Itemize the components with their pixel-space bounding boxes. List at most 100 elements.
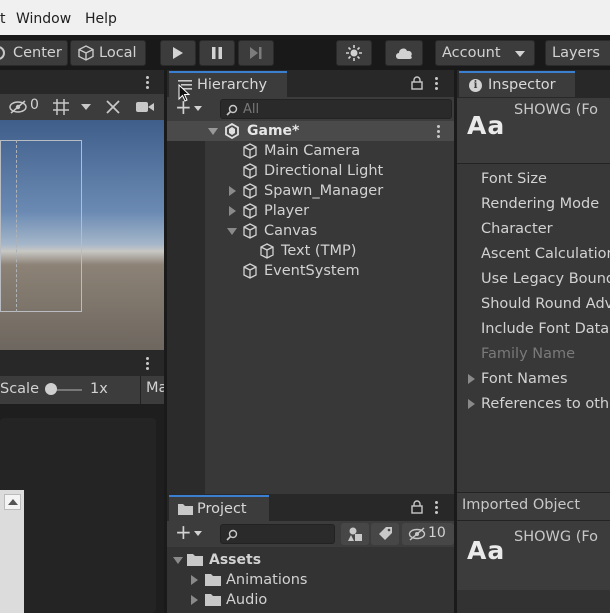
hierarchy-item-directional-light[interactable]: Directional Light (167, 161, 454, 181)
guide-line (16, 140, 17, 312)
expand-arrow-icon[interactable] (191, 575, 198, 585)
add-icon[interactable]: + (175, 520, 192, 544)
camera-icon[interactable] (135, 100, 155, 114)
hierarchy-toolbar: + All (167, 95, 454, 121)
prop-references[interactable]: References to othe (481, 396, 610, 412)
tab-inspector[interactable]: i Inspector (459, 71, 575, 97)
side-scrollbar[interactable] (0, 490, 24, 613)
filter-type-button[interactable] (341, 523, 369, 545)
gizmo-count: 0 (30, 97, 39, 113)
folder-animations[interactable]: Animations (167, 570, 454, 590)
expand-arrow-icon[interactable] (191, 595, 198, 605)
gameobject-cube-icon (243, 203, 257, 219)
hierarchy-item-player[interactable]: Player (167, 201, 454, 221)
chevron-up-icon (8, 499, 18, 505)
search-placeholder: All (243, 101, 260, 117)
imported-object-preview: Aa SHOWG (Fo (457, 520, 610, 590)
hierarchy-menu-icon[interactable] (435, 77, 439, 92)
collapse-arrow-icon[interactable] (173, 557, 183, 564)
folder-label: Audio (226, 592, 268, 608)
tools-icon[interactable] (104, 98, 122, 116)
scene-tab-strip (0, 70, 166, 94)
expand-arrow-icon[interactable] (468, 374, 475, 384)
cloud-icon (396, 48, 412, 59)
layers-dropdown[interactable]: Layers (545, 40, 610, 66)
imported-object-label: Imported Object (462, 497, 581, 513)
game-toolbar: Scale 1x Ma (0, 376, 167, 404)
main-toolbar: Center Local Account Layers (0, 35, 610, 70)
lock-icon[interactable] (411, 76, 423, 90)
prop-rendering-mode: Rendering Mode (481, 196, 600, 212)
pivot-local-button[interactable]: Local (70, 40, 146, 66)
hierarchy-search-input[interactable]: All (220, 99, 452, 119)
pivot-center-button[interactable]: Center (0, 40, 68, 66)
gameobject-cube-icon (260, 243, 274, 259)
scene-header-row[interactable]: Game* (167, 121, 454, 141)
scroll-up-button[interactable] (4, 494, 21, 510)
expand-arrow-icon[interactable] (229, 186, 236, 196)
chevron-down-icon (515, 51, 525, 57)
project-menu-icon[interactable] (435, 501, 439, 516)
search-icon (226, 104, 238, 116)
hierarchy-item-text-tmp[interactable]: Text (TMP) (167, 241, 454, 261)
collab-button[interactable] (336, 40, 372, 66)
pause-button[interactable] (199, 40, 235, 66)
account-label: Account (442, 45, 501, 61)
prop-ascent-calculation: Ascent Calculation (481, 246, 610, 262)
item-label: Directional Light (264, 163, 384, 179)
account-dropdown[interactable]: Account (435, 40, 535, 66)
inspector-header: Aa SHOWG (Fo (457, 98, 610, 164)
scale-slider-thumb[interactable] (45, 383, 57, 395)
folder-assets[interactable]: Assets (167, 550, 454, 570)
center-label: Center (13, 45, 62, 61)
chevron-down-icon[interactable] (194, 106, 202, 111)
scene-menu-icon[interactable] (437, 125, 441, 140)
local-label: Local (99, 45, 137, 61)
hierarchy-item-main-camera[interactable]: Main Camera (167, 141, 454, 161)
item-label: Text (TMP) (281, 243, 357, 259)
lock-icon[interactable] (411, 500, 423, 514)
hidden-packages-button[interactable]: 10 (402, 523, 454, 545)
collapse-arrow-icon[interactable] (227, 228, 237, 235)
game-viewport (0, 404, 166, 613)
imported-object-header: Imported Object (457, 492, 610, 520)
tab-project[interactable]: Project (169, 495, 269, 521)
hierarchy-panel: Hierarchy + All Game* Main Camera Direct… (167, 70, 454, 494)
pause-icon (212, 47, 222, 59)
hierarchy-item-spawn-manager[interactable]: Spawn_Manager (167, 181, 454, 201)
inspector-tab-label: Inspector (488, 77, 556, 93)
scene-name: Game* (247, 123, 300, 139)
item-label: EventSystem (264, 263, 360, 279)
hierarchy-item-canvas[interactable]: Canvas (167, 221, 454, 241)
project-search-input[interactable] (220, 524, 335, 544)
visibility-off-icon[interactable] (8, 99, 28, 115)
step-button[interactable] (238, 40, 274, 66)
menu-item-help[interactable]: Help (85, 11, 117, 27)
scene-viewport[interactable] (0, 120, 166, 350)
scene-toolbar: 0 (0, 94, 166, 120)
folder-audio[interactable]: Audio (167, 590, 454, 610)
scene-menu-icon[interactable] (146, 76, 150, 91)
item-label: Canvas (264, 223, 318, 239)
filter-label-button[interactable] (371, 523, 399, 545)
play-button[interactable] (160, 40, 196, 66)
item-label: Main Camera (264, 143, 361, 159)
prop-font-names[interactable]: Font Names (481, 371, 568, 387)
camera-frustum-outline (0, 140, 82, 312)
game-menu-icon[interactable] (146, 357, 150, 372)
gameobject-cube-icon (243, 163, 257, 179)
project-tab-label: Project (197, 501, 247, 517)
menu-item-window[interactable]: Window (16, 11, 71, 27)
expand-arrow-icon[interactable] (208, 128, 218, 135)
grid-icon[interactable] (52, 98, 70, 116)
expand-arrow-icon[interactable] (229, 206, 236, 216)
cloud-button[interactable] (385, 40, 423, 66)
folder-icon (205, 594, 221, 606)
menu-item-tools[interactable]: t (0, 11, 6, 27)
menu-bar: t Window Help (0, 0, 610, 35)
chevron-down-icon[interactable] (194, 531, 202, 536)
chevron-down-icon[interactable] (81, 104, 91, 110)
hierarchy-item-eventsystem[interactable]: EventSystem (167, 261, 454, 281)
expand-arrow-icon[interactable] (468, 399, 475, 409)
search-icon (226, 529, 238, 541)
